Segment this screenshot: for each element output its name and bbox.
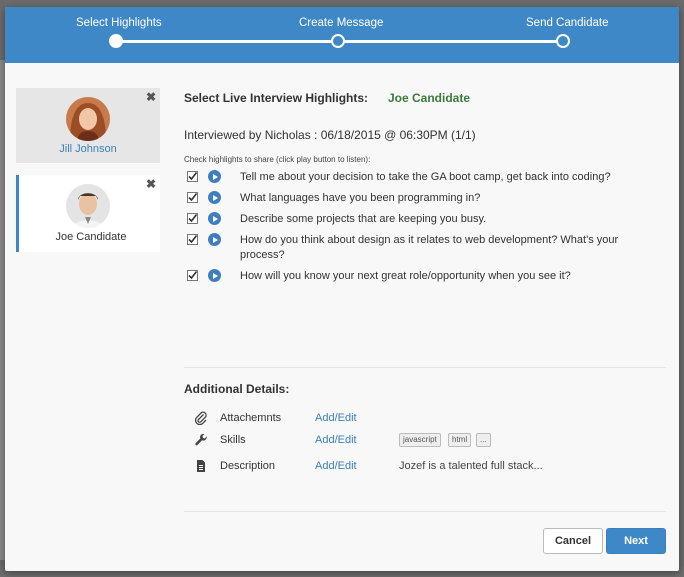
step-label-create-message: Create Message	[299, 17, 384, 29]
section-divider	[184, 367, 666, 368]
detail-label: Skills	[220, 434, 246, 446]
next-button[interactable]: Next	[606, 528, 666, 554]
highlight-question: Describe some projects that are keeping …	[240, 213, 487, 225]
interview-info: Interviewed by Nicholas : 06/18/2015 @ 0…	[184, 128, 476, 142]
skill-tag: javascript	[399, 433, 441, 447]
checkbox-checked-icon[interactable]	[187, 192, 198, 203]
highlight-question: Tell me about your decision to take the …	[240, 171, 611, 183]
footer-divider	[184, 511, 666, 512]
candidate-card-jill[interactable]: ✖ Jill Johnson	[16, 88, 160, 163]
checkbox-checked-icon[interactable]	[187, 213, 198, 224]
highlight-question: How do you think about design as it rela…	[240, 234, 619, 261]
description-preview: Jozef is a talented full stack...	[399, 460, 543, 472]
selected-candidate-name: Joe Candidate	[388, 91, 471, 105]
play-icon[interactable]	[208, 269, 221, 282]
candidate-name-link[interactable]: Jill Johnson	[16, 143, 160, 155]
candidate-name: Joe Candidate	[55, 231, 127, 243]
avatar	[66, 184, 110, 228]
skills-add-edit-link[interactable]: Add/Edit	[315, 434, 357, 446]
additional-details-title: Additional Details:	[184, 382, 290, 396]
avatar	[66, 97, 110, 141]
checkbox-checked-icon[interactable]	[187, 234, 198, 245]
paperclip-icon	[194, 411, 207, 425]
highlights-hint: Check highlights to share (click play bu…	[184, 155, 371, 164]
play-icon[interactable]	[208, 212, 221, 225]
skill-tag: html	[448, 433, 472, 447]
step-dot-create-message[interactable]	[331, 34, 345, 48]
play-icon[interactable]	[208, 170, 221, 183]
checkbox-checked-icon[interactable]	[187, 171, 198, 182]
play-icon[interactable]	[208, 191, 221, 204]
detail-label: Attachemnts	[220, 412, 282, 424]
attachments-add-edit-link[interactable]: Add/Edit	[315, 412, 357, 424]
description-add-edit-link[interactable]: Add/Edit	[315, 460, 357, 472]
skill-tag-more[interactable]: ...	[476, 433, 491, 447]
cancel-button[interactable]: Cancel	[543, 528, 603, 554]
send-candidate-modal: Select Highlights Create Message Send Ca…	[5, 7, 679, 571]
candidate-card-joe[interactable]: ✖ Joe Candidate	[16, 175, 160, 252]
step-dot-select-highlights[interactable]	[109, 34, 123, 48]
remove-candidate-icon[interactable]: ✖	[146, 90, 156, 104]
highlight-question: How will you know your next great role/o…	[240, 270, 571, 282]
highlights-panel: Select Live Interview Highlights: Joe Ca…	[184, 91, 674, 282]
step-label-select-highlights: Select Highlights	[76, 17, 162, 29]
detail-row-description: Description Add/Edit Jozef is a talented…	[184, 459, 674, 475]
play-icon[interactable]	[208, 233, 221, 246]
step-label-send-candidate: Send Candidate	[526, 17, 609, 29]
remove-candidate-icon[interactable]: ✖	[146, 177, 156, 191]
highlight-question: What languages have you been programming…	[240, 192, 481, 204]
wizard-header: Select Highlights Create Message Send Ca…	[5, 7, 679, 63]
document-icon	[197, 460, 205, 472]
step-dot-send-candidate[interactable]	[556, 34, 570, 48]
wrench-icon	[195, 433, 207, 446]
checkbox-checked-icon[interactable]	[187, 270, 198, 281]
detail-row-attachments: Attachemnts Add/Edit	[184, 411, 674, 427]
detail-row-skills: Skills Add/Edit javascript html ...	[184, 433, 674, 449]
detail-label: Description	[220, 460, 276, 472]
candidate-sidebar: ✖ Jill Johnson ✖ Joe Candidate	[16, 88, 160, 252]
